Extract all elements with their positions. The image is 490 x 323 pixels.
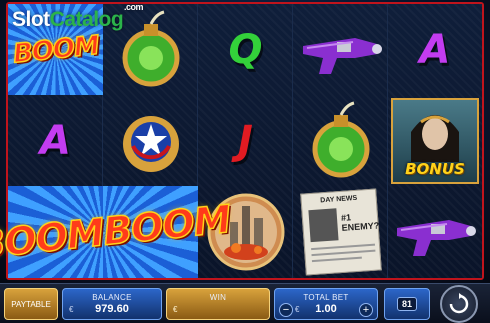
total-bet-panel: TOTAL BET 1.00 € − + — [274, 288, 378, 320]
boomboom-text: BOOMBOOM — [0, 196, 233, 268]
bomb-symbol — [312, 101, 369, 177]
bomb-symbol — [122, 10, 179, 86]
autoplay-button[interactable]: 81 — [384, 288, 430, 320]
balance-label: BALANCE — [92, 293, 132, 302]
reel-4-row-1 — [293, 4, 388, 95]
total-bet-label: TOTAL BET — [303, 293, 349, 302]
reel-2-row-2 — [103, 95, 198, 186]
newspaper-photo — [307, 207, 339, 242]
paytable-label: PAYTABLE — [11, 299, 51, 309]
watermark-com: .com — [124, 2, 144, 12]
newspaper-symbol: DAY NEWS #1 ENEMY? — [299, 187, 382, 276]
reel-5: A BONUS — [388, 4, 482, 278]
bet-decrease-button[interactable]: − — [279, 303, 293, 317]
watermark-slot: Slot — [12, 8, 50, 31]
reel-4: DAY NEWS #1 ENEMY? — [293, 4, 388, 278]
ray-gun-symbol — [397, 219, 476, 256]
letter-j-symbol: J — [238, 117, 253, 164]
bet-increase-button[interactable]: + — [359, 303, 373, 317]
bonus-symbol: BONUS — [391, 97, 479, 184]
boomboom-wild-symbol: BOOMBOOM — [0, 186, 233, 278]
letter-a-symbol: A — [419, 26, 451, 73]
reel-4-row-3: DAY NEWS #1 ENEMY? — [293, 186, 388, 277]
reel-4-row-2 — [293, 95, 388, 186]
balance-panel: BALANCE 979.60 € — [62, 288, 162, 320]
newspaper-line — [310, 243, 375, 250]
ray-gun-symbol — [302, 37, 382, 74]
boom-text: BOOM — [10, 29, 100, 69]
reel-3-row-2: J — [198, 95, 293, 186]
newspaper-line — [311, 256, 362, 262]
paytable-button[interactable]: PAYTABLE — [4, 288, 58, 320]
total-bet-currency: € — [295, 305, 300, 314]
spin-button[interactable] — [440, 285, 478, 323]
spin-arrows-icon — [449, 293, 469, 314]
control-bar: PAYTABLE BALANCE 979.60 € WIN € TOTAL BE… — [0, 283, 490, 323]
balance-currency: € — [69, 305, 74, 314]
autoplay-count: 81 — [396, 297, 417, 311]
ring-symbol — [122, 115, 179, 172]
win-label: WIN — [209, 293, 227, 302]
win-currency: € — [173, 305, 178, 314]
letter-a-symbol: A — [40, 117, 71, 164]
balance-value: 979.60 — [95, 303, 129, 315]
watermark-catalog: Catalog — [49, 8, 124, 31]
reels-frame: BOOM A BOOMBOOM Q J DAY NEWS #1 ENEMY? A… — [0, 2, 484, 280]
bonus-character-portrait — [411, 114, 459, 162]
reel-5-row-1: A — [388, 4, 482, 95]
reel-5-row-2: BONUS — [388, 95, 482, 186]
reel-3-row-1: Q — [198, 4, 293, 95]
reel-5-row-3 — [388, 186, 482, 277]
newspaper-header: DAY NEWS — [319, 194, 357, 204]
newspaper-headline: #1 ENEMY? — [340, 211, 379, 233]
letter-q-symbol: Q — [228, 26, 263, 73]
reel-1-row-2: A — [8, 95, 103, 186]
win-panel: WIN € — [166, 288, 270, 320]
win-value — [216, 303, 219, 315]
bonus-text: BONUS — [405, 159, 465, 178]
slotcatalog-watermark: SlotCatalog .com — [12, 2, 144, 32]
newspaper-line — [310, 249, 375, 256]
total-bet-value: 1.00 — [315, 303, 337, 315]
slot-stage: SlotCatalog .com BOOM A BOOMBOOM Q J DAY… — [0, 0, 490, 283]
